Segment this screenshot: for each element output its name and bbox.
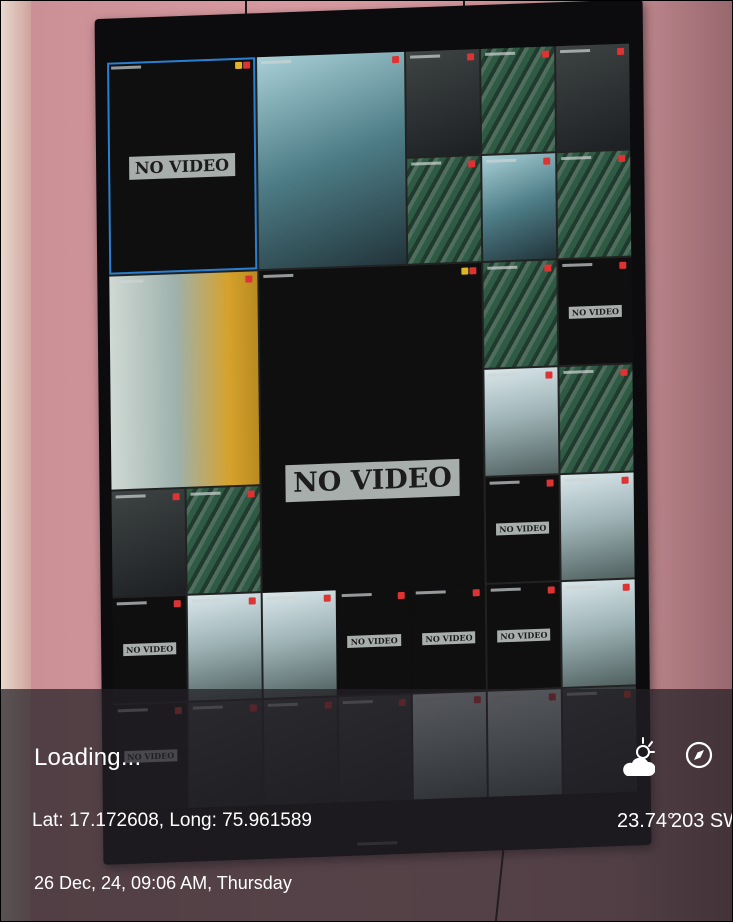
record-badge-icon [547, 586, 555, 594]
timestamp-bar [191, 598, 222, 603]
record-badge-icon [467, 53, 475, 61]
camera-tile [560, 472, 635, 580]
camera-tile [481, 46, 556, 155]
no-video-label: NO VIDEO [496, 521, 550, 536]
timestamp-bar [341, 592, 372, 597]
record-badge-icon [469, 267, 477, 275]
camera-tile [557, 150, 632, 259]
datetime-text: 26 Dec, 24, 09:06 AM, Thursday [34, 873, 292, 893]
record-badge-icon [173, 599, 181, 608]
timestamp-bar [560, 49, 591, 54]
no-video-label: NO VIDEO [347, 634, 401, 649]
camera-tile [187, 592, 262, 701]
record-badge-icon [247, 489, 255, 498]
camera-tile [186, 485, 261, 594]
camera-tile [262, 590, 337, 698]
camera-tile-no-video: NO VIDEO [107, 57, 257, 275]
timestamp-bar [113, 279, 144, 284]
record-badge-icon [617, 47, 625, 56]
timestamp-bar [263, 274, 294, 279]
camera-tile [406, 49, 481, 157]
camera-tile-no-video: NO VIDEO [486, 581, 561, 690]
status-badge-icon [461, 267, 469, 276]
record-badge-icon [398, 591, 406, 599]
record-badge-icon [543, 157, 551, 165]
cloud-sun-icon [623, 737, 655, 776]
heading-text: 203 SW [671, 810, 732, 832]
camera-tile [483, 260, 558, 369]
no-video-label: NO VIDEO [284, 458, 461, 503]
timestamp-bar [410, 54, 441, 59]
record-badge-icon [392, 56, 400, 64]
camera-tile-no-video: NO VIDEO [558, 257, 633, 366]
no-video-label: NO VIDEO [497, 628, 551, 643]
timestamp-bar [411, 161, 442, 166]
timestamp-bar [565, 584, 596, 589]
camera-tile [482, 153, 557, 262]
record-badge-icon [618, 154, 626, 163]
record-badge-icon [323, 594, 331, 602]
camera-tile-no-video: NO VIDEO [412, 584, 487, 693]
timestamp-bar [488, 373, 519, 378]
record-badge-icon [544, 264, 552, 272]
timestamp-bar [489, 480, 520, 485]
record-badge-icon [546, 478, 554, 487]
no-video-label: NO VIDEO [128, 152, 236, 180]
timestamp-bar [486, 158, 517, 163]
record-badge-icon [619, 261, 627, 270]
camera-tile-no-video: NO VIDEO [485, 474, 560, 583]
camera-tile [111, 488, 186, 597]
timestamp-bar [563, 370, 594, 375]
timestamp-bar [266, 595, 297, 600]
camera-tile [256, 51, 407, 270]
record-badge-icon [542, 50, 550, 58]
coordinates-text: Lat: 17.172608, Long: 75.961589 [32, 810, 312, 831]
camera-tile-no-video: NO VIDEO [112, 595, 187, 704]
record-badge-icon [242, 61, 250, 69]
camera-tile [556, 43, 631, 152]
status-badge-icon [234, 61, 242, 70]
record-badge-icon [545, 371, 553, 380]
record-badge-icon [248, 597, 256, 605]
timestamp-bar [116, 601, 147, 606]
record-badge-icon [172, 492, 180, 500]
camera-tile [109, 271, 260, 490]
camera-tile [561, 579, 636, 687]
timestamp-bar [111, 65, 142, 70]
timestamp-bar [260, 59, 291, 65]
timestamp-bar [490, 587, 521, 592]
timestamp-bar [416, 590, 447, 595]
camera-tile [407, 156, 482, 264]
timestamp-bar [564, 477, 595, 482]
timestamp-bar [562, 263, 593, 268]
no-video-label: NO VIDEO [568, 304, 622, 319]
record-badge-icon [472, 588, 481, 597]
record-badge-icon [621, 476, 629, 484]
compass-icon [685, 741, 713, 769]
timestamp-bar [190, 491, 221, 496]
record-badge-icon [622, 583, 630, 591]
record-badge-icon [468, 160, 476, 168]
camera-tile-no-video: NO VIDEO [337, 587, 412, 696]
timestamp-bar [487, 265, 518, 271]
camera-tile [559, 364, 634, 473]
record-badge-icon [245, 275, 253, 283]
photo-frame: NO VIDEO NO VIDEO NO VIDEO NO VIDEO NO VIDEO… [0, 0, 733, 922]
timestamp-bar [115, 493, 146, 499]
temperature-text: 23.74° [617, 810, 676, 832]
camera-tile [484, 367, 559, 476]
timestamp-bar [485, 51, 516, 56]
record-badge-icon [620, 369, 628, 377]
no-video-label: NO VIDEO [422, 631, 476, 646]
status-text: Loading... [34, 744, 142, 771]
no-video-label: NO VIDEO [123, 642, 177, 657]
timestamp-bar [561, 156, 592, 161]
